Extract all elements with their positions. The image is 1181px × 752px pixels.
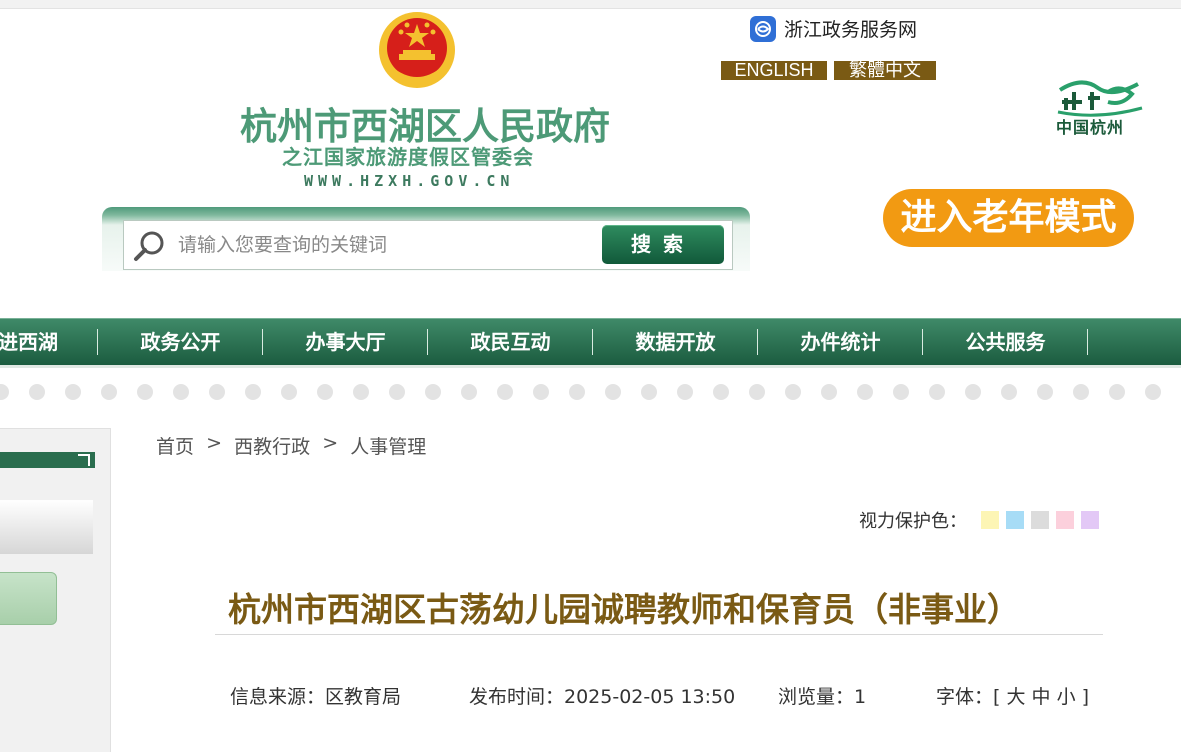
breadcrumb: 首页 > 西教行政 > 人事管理 [156,432,426,459]
nav-item-gov-affairs[interactable]: 政务公开 [98,319,263,365]
search-input[interactable] [176,228,590,262]
search-button[interactable]: 搜索 [602,225,724,264]
swatch-purple[interactable] [1081,511,1099,529]
font-medium-button[interactable]: 中 [1032,686,1051,708]
swatch-pink[interactable] [1056,511,1074,529]
font-large-button[interactable]: 大 [1006,686,1025,708]
breadcrumb-separator: > [322,432,339,454]
nav-item-xihu[interactable]: 进西湖 [0,319,98,365]
site-subtitle: 之江国家旅游度假区管委会 [282,145,534,169]
breadcrumb-separator: > [206,432,223,454]
nav-item-public-service[interactable]: 公共服务 [923,319,1088,365]
zj-service-link[interactable]: 浙江政务服务网 [750,15,917,42]
font-size-switcher: 字体：[ 大 中 小 ] [936,686,1090,708]
swatch-blue[interactable] [1006,511,1024,529]
nav-item-service-hall[interactable]: 办事大厅 [263,319,428,365]
traditional-chinese-link[interactable]: 繁體中文 [834,61,936,80]
eye-protection-colors: 视力保护色： [859,507,1099,533]
font-size-label: 字体： [936,686,994,708]
breadcrumb-home[interactable]: 首页 [156,432,194,459]
nav-item-statistics[interactable]: 办件统计 [758,319,923,365]
sidebar-menu-item[interactable] [0,500,93,554]
corner-ornament-icon [78,454,90,466]
elder-mode-button[interactable]: 进入老年模式 [883,189,1134,247]
breadcrumb-xijiao[interactable]: 西教行政 [234,432,310,459]
article-title: 杭州市西湖区古荡幼儿园诚聘教师和保育员（非事业） [228,590,1020,629]
article-source: 信息来源：区教育局 [230,686,402,708]
site-url: WWW.HZXH.GOV.CN [304,172,515,190]
national-emblem-icon [379,12,455,88]
browser-top-strip [0,0,1181,9]
english-link[interactable]: ENGLISH [721,61,827,80]
title-divider [215,634,1103,635]
swatch-yellow[interactable] [981,511,999,529]
article-views: 浏览量：1 [778,686,867,708]
eye-protection-label: 视力保护色： [859,511,967,532]
nav-item-interaction[interactable]: 政民互动 [428,319,593,365]
china-hangzhou-text: 中国杭州 [1056,118,1125,137]
article-publish-time: 发布时间：2025-02-05 13:50 [469,686,736,708]
font-small-button[interactable]: 小 [1057,686,1076,708]
nav-item-open-data[interactable]: 数据开放 [593,319,758,365]
main-nav: 进西湖 政务公开 办事大厅 政民互动 数据开放 办件统计 公共服务 [0,318,1181,368]
swatch-grey[interactable] [1031,511,1049,529]
decorative-dot-row [0,384,1181,402]
zj-service-icon [750,15,776,42]
search-icon [134,231,164,261]
breadcrumb-personnel[interactable]: 人事管理 [350,432,426,459]
sidebar-active-item[interactable] [0,572,57,625]
zj-service-label: 浙江政务服务网 [784,19,918,41]
